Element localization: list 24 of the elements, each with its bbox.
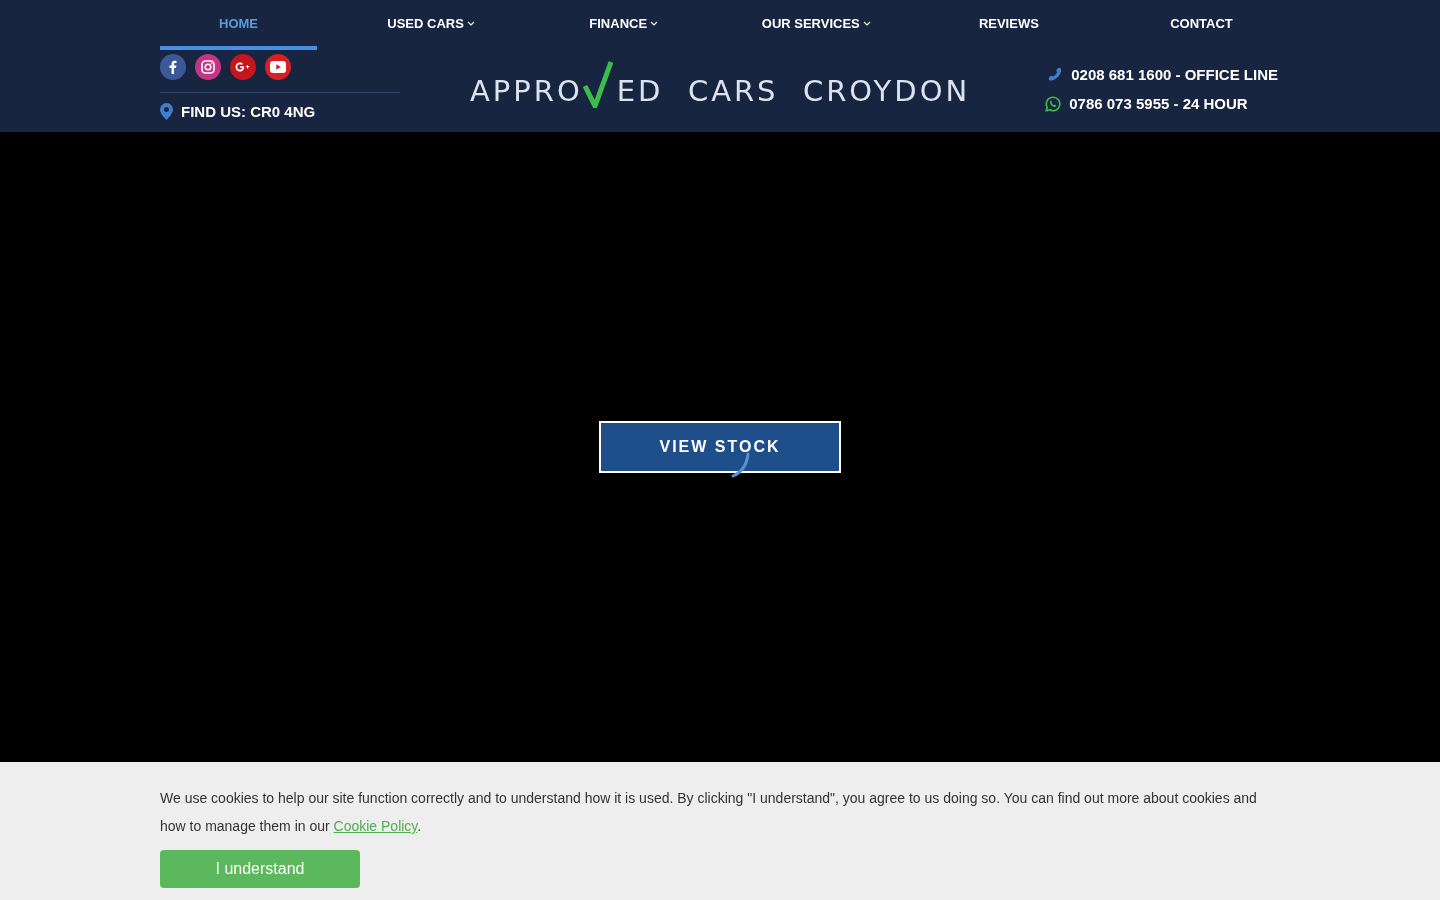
map-pin-icon [160, 103, 173, 120]
nav-link[interactable]: USED CARS [352, 0, 510, 50]
phone-link[interactable]: 0208 681 1600 - OFFICE LINE [1045, 66, 1278, 83]
whatsapp-icon [1045, 95, 1062, 112]
google-plus-icon [235, 62, 251, 72]
nav-link[interactable]: OUR SERVICES [737, 0, 895, 50]
find-us-text: FIND US: CR0 4NG [181, 103, 316, 120]
cookie-notice-text: We use cookies to help our site function correctly and to understand how it is used. By clicking "I understand", you agree to us doing so. You can find out more about cookies and how to manage them in our Cookie Policy. [160, 789, 1258, 836]
instagram-icon [201, 60, 215, 74]
social-link[interactable] [265, 54, 291, 80]
site-logo[interactable]: APPRO ED CARS CROYDON [470, 58, 971, 108]
nav-link[interactable]: HOME [160, 0, 317, 50]
social-link[interactable] [195, 54, 221, 80]
social-link[interactable] [160, 54, 186, 80]
nav-link[interactable]: FINANCE [545, 0, 703, 50]
social-link[interactable] [230, 54, 256, 80]
youtube-icon [270, 61, 286, 73]
facebook-icon [169, 60, 177, 74]
nav-link[interactable]: REVIEWS [930, 0, 1088, 50]
loading-spinner-icon [730, 452, 750, 478]
checkmark-icon [582, 60, 613, 108]
view-stock-button[interactable]: VIEW STOCK [599, 420, 841, 473]
nav-link[interactable]: CONTACT [1122, 0, 1280, 50]
phone-link[interactable]: 0786 073 5955 - 24 HOUR [1045, 95, 1278, 112]
